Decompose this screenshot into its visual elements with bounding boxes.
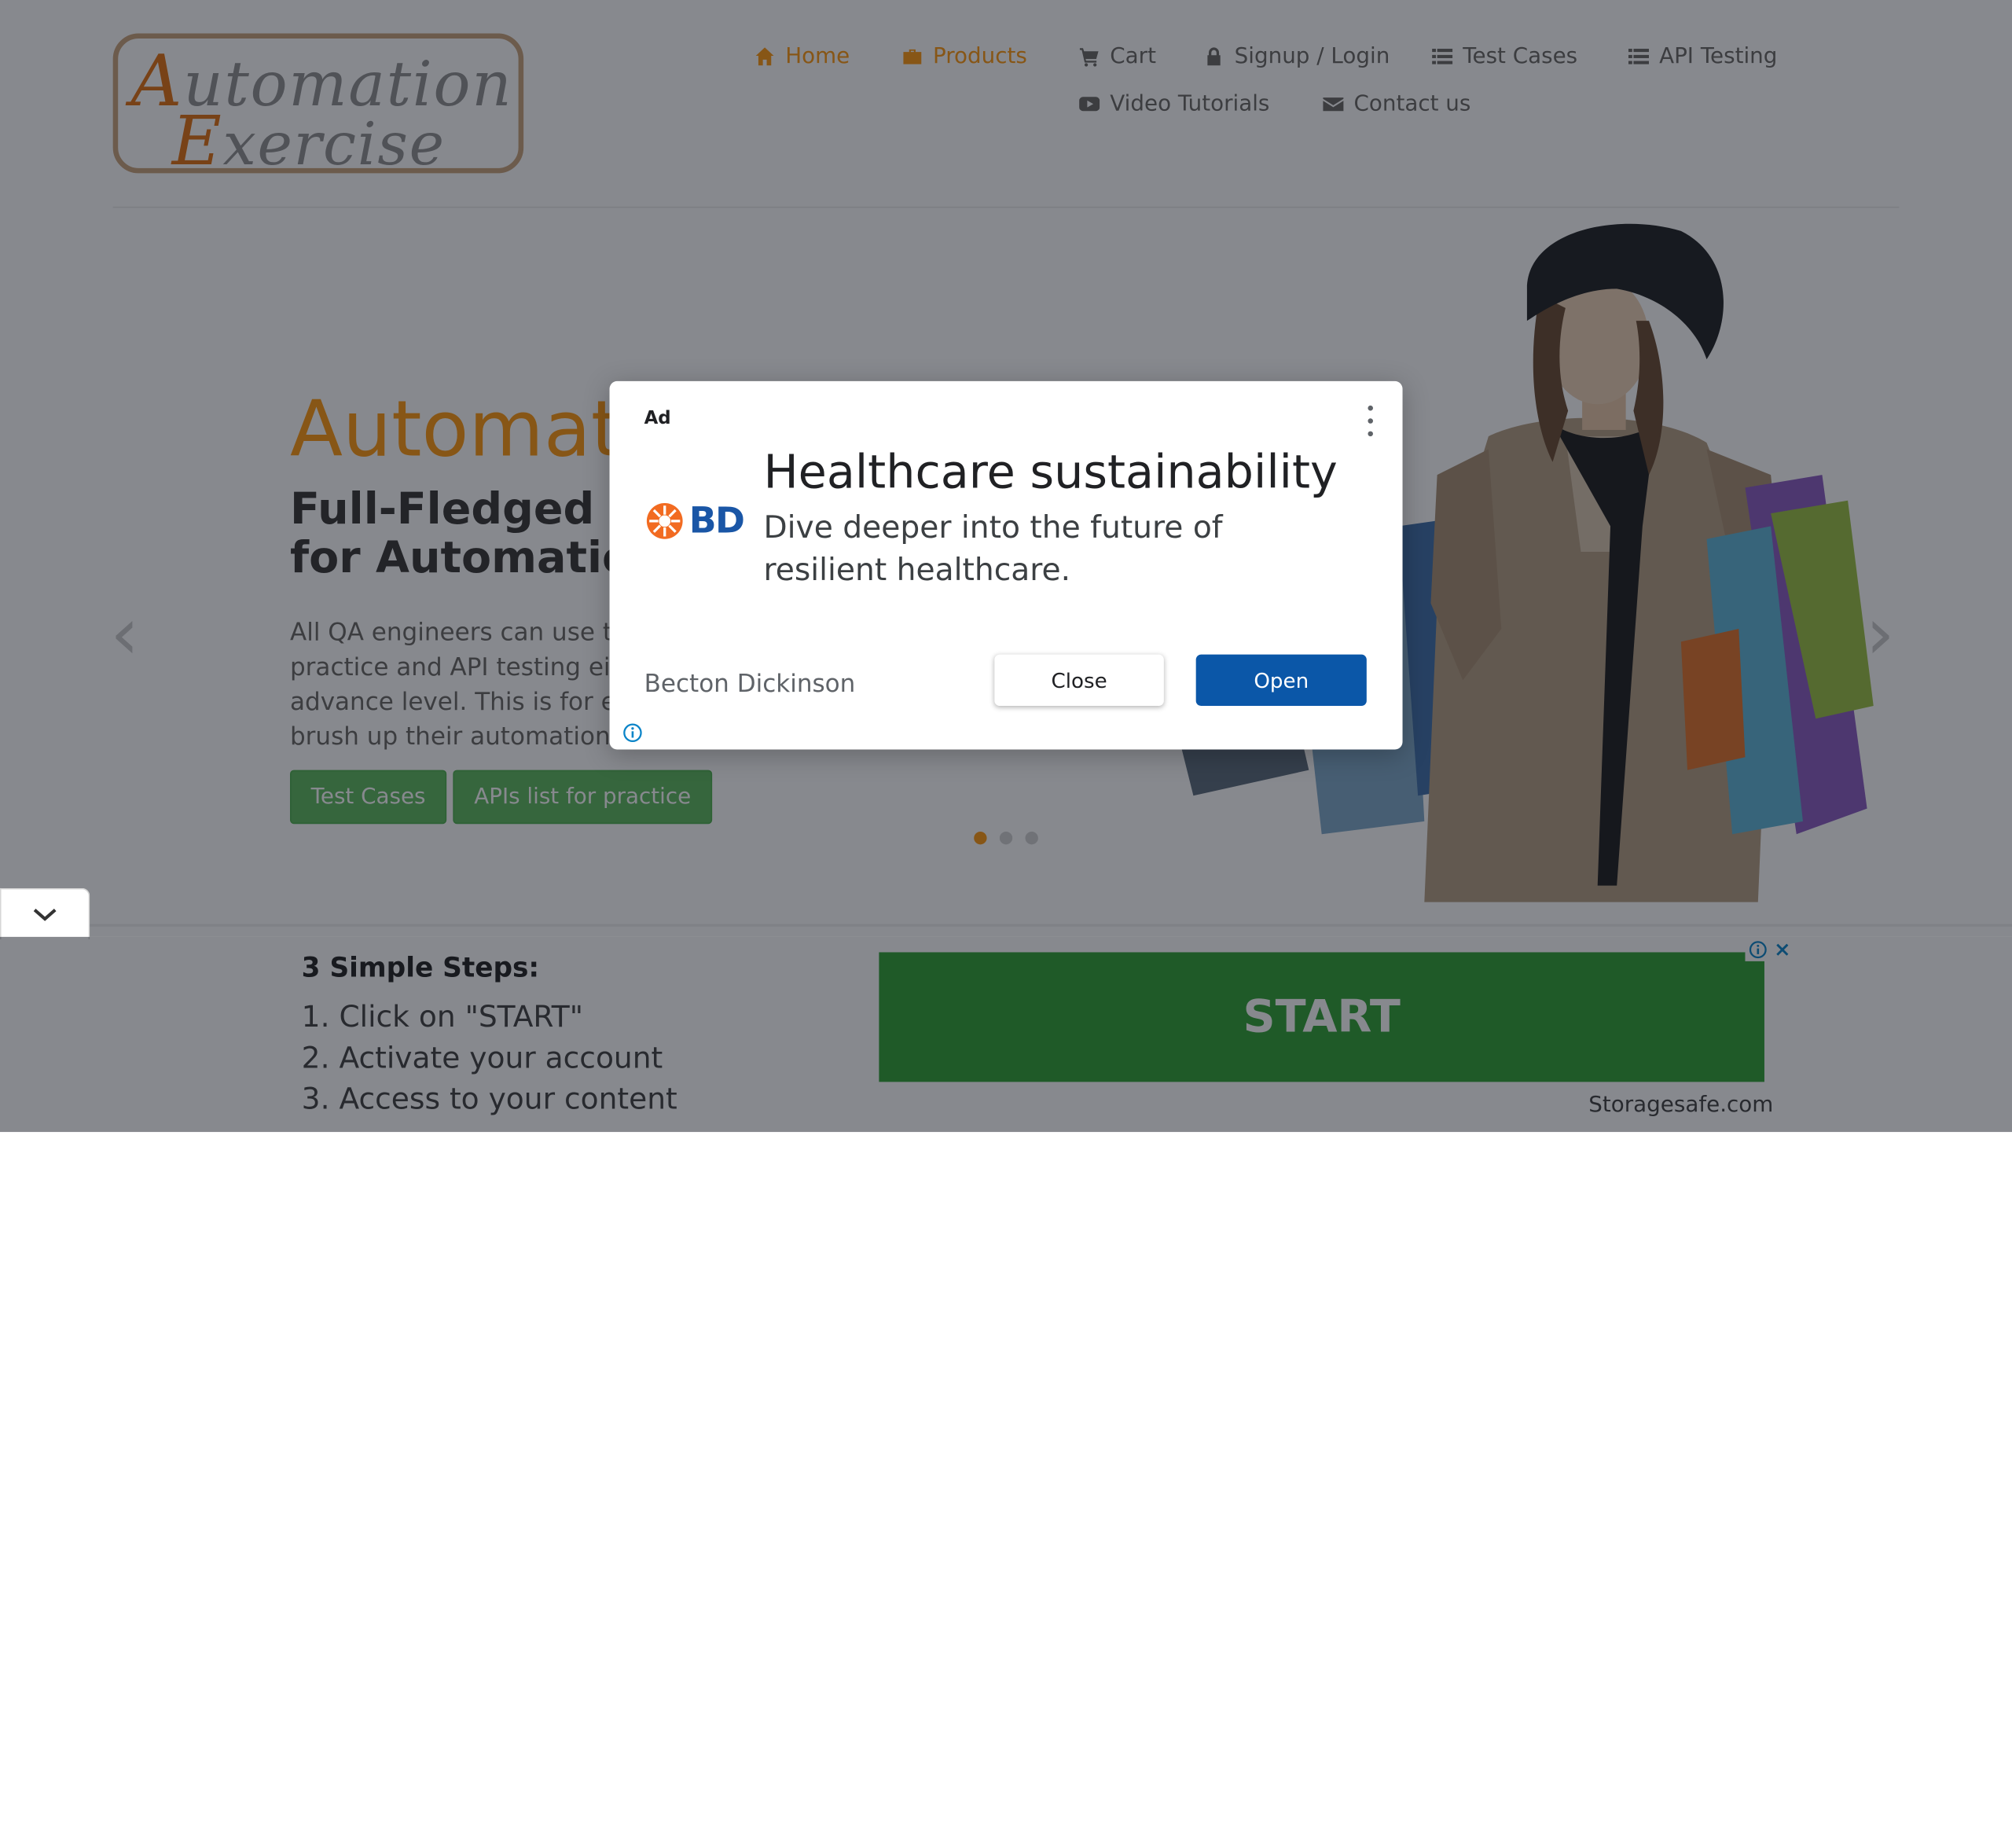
ad-close-button[interactable]: Close <box>994 654 1164 706</box>
ad-body-text: Dive deeper into the future of resilient… <box>763 509 1223 588</box>
bd-brand-text: BD <box>688 499 745 542</box>
interstitial-ad-dialog: Ad BD Healthcare sustainability Dive dee… <box>609 380 1403 750</box>
more-options-icon[interactable] <box>1361 405 1379 437</box>
ad-open-button[interactable]: Open <box>1195 654 1367 706</box>
bd-starburst-icon <box>646 502 683 538</box>
ad-label: Ad <box>644 408 671 429</box>
ad-headline[interactable]: Healthcare sustainability <box>763 446 1337 499</box>
ad-collapse-tab[interactable] <box>0 887 90 940</box>
ad-info-icon[interactable] <box>622 722 643 743</box>
bd-logo[interactable]: BD <box>645 499 745 542</box>
ad-advertiser-name: Becton Dickinson <box>644 670 856 699</box>
bottom-ad-dim <box>0 936 2012 1133</box>
chevron-down-icon <box>33 908 57 920</box>
